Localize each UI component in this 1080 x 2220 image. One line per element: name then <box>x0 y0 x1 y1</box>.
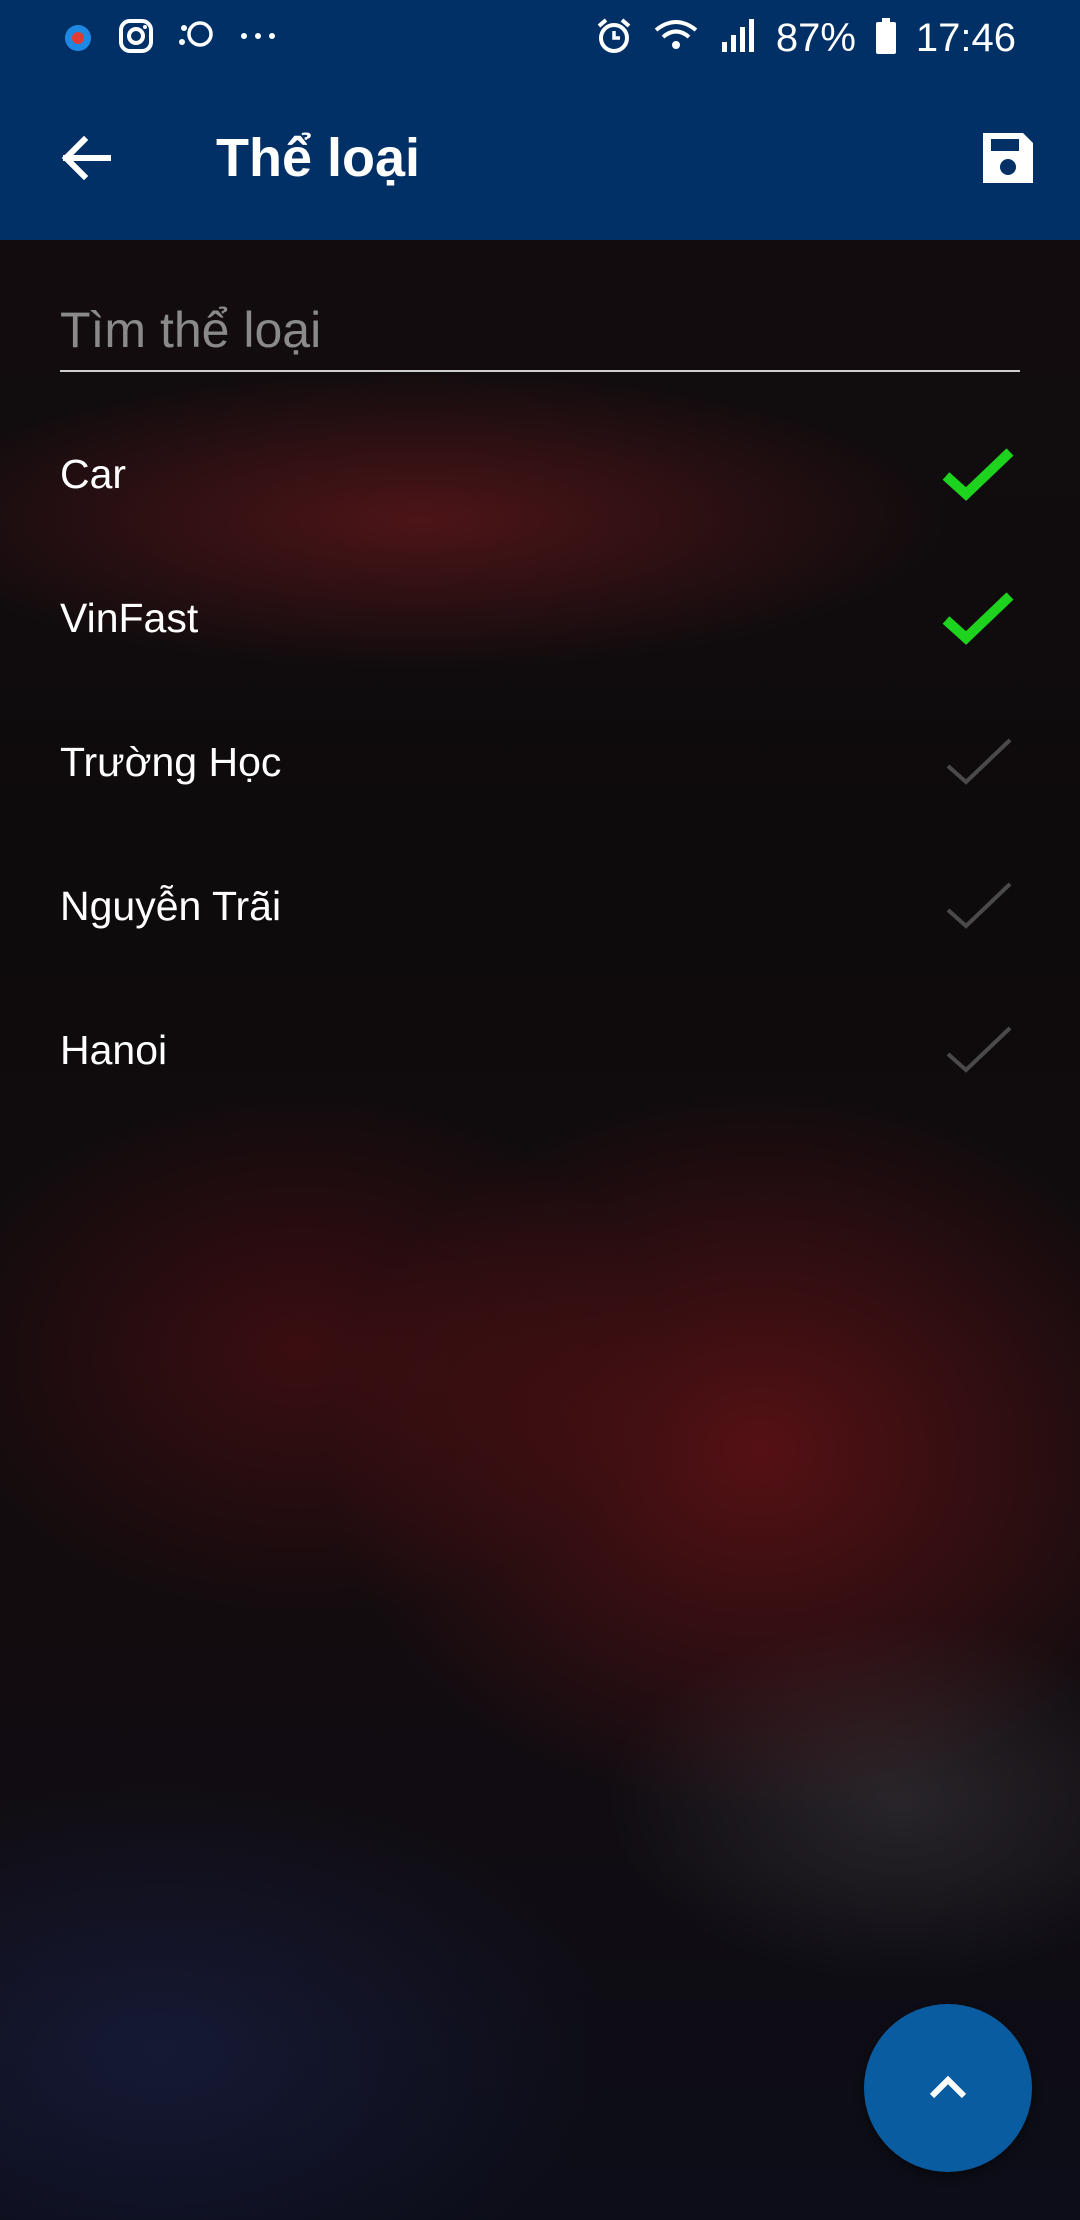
category-label: Trường Học <box>60 738 282 785</box>
list-item[interactable]: Nguyễn Trãi <box>0 834 1080 978</box>
wifi-icon <box>652 16 700 61</box>
list-item[interactable]: Hanoi <box>0 978 1080 1122</box>
scroll-to-top-button[interactable] <box>864 2004 1032 2172</box>
check-icon[interactable] <box>940 588 1016 648</box>
arrow-left-icon <box>61 135 111 181</box>
battery-percent: 87% <box>775 15 856 60</box>
chevron-up-icon <box>929 2075 967 2099</box>
instagram-icon <box>116 16 156 61</box>
save-button[interactable] <box>970 120 1046 196</box>
status-bar-left <box>58 16 280 61</box>
alarm-icon <box>594 16 634 61</box>
save-icon <box>983 133 1033 183</box>
check-icon[interactable] <box>940 876 1016 936</box>
category-label: Car <box>60 450 127 497</box>
more-dots-icon <box>236 16 280 61</box>
list-item[interactable]: Car <box>0 402 1080 546</box>
back-button[interactable] <box>48 120 124 196</box>
clock: 17:46 <box>915 15 1016 60</box>
category-label: Nguyễn Trãi <box>60 882 282 929</box>
check-icon[interactable] <box>940 1020 1016 1080</box>
list-item[interactable]: Trường Học <box>0 690 1080 834</box>
list-item[interactable]: VinFast <box>0 546 1080 690</box>
notification-icon <box>58 16 98 61</box>
battery-icon <box>874 16 898 61</box>
app-bar: Thể loại <box>0 76 1080 240</box>
category-list: Car VinFast Trường Học Nguyễn Trãi Hanoi <box>0 402 1080 1122</box>
search-input[interactable] <box>60 290 1020 372</box>
app-icon <box>174 16 218 61</box>
status-bar-right: 87% 17:46 <box>594 16 1016 61</box>
check-icon[interactable] <box>940 732 1016 792</box>
category-label: Hanoi <box>60 1026 168 1073</box>
check-icon[interactable] <box>940 444 1016 504</box>
signal-icon <box>718 16 758 61</box>
page-title: Thể loại <box>216 128 421 188</box>
status-bar: 87% 17:46 <box>0 0 1080 76</box>
category-label: VinFast <box>60 594 199 641</box>
